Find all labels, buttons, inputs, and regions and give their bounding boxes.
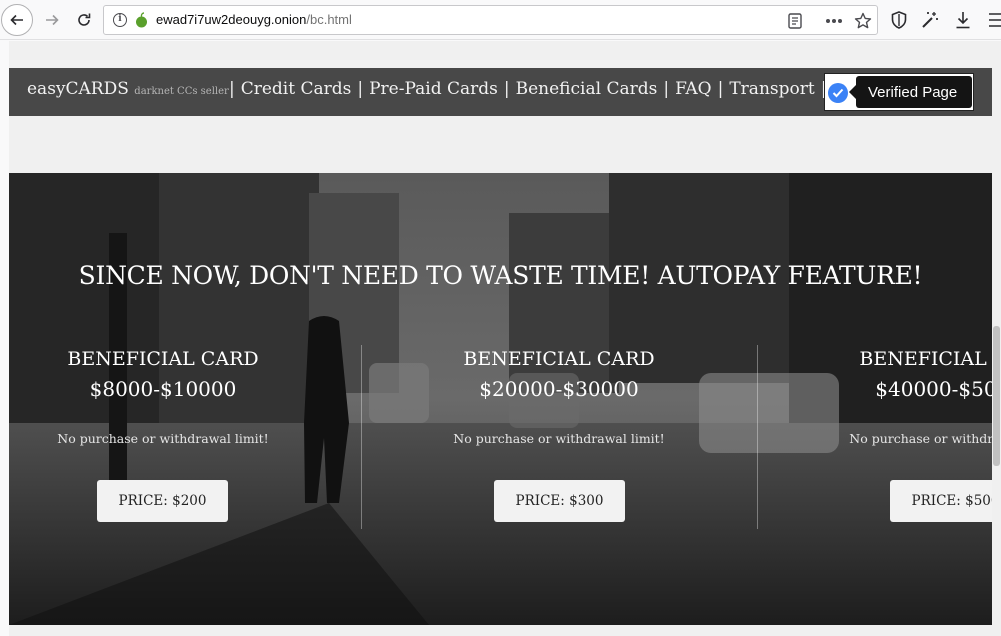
card-balance-range: $8000-$10000 [89, 377, 237, 401]
site-brand[interactable]: easyCARDS darknet CCs seller [27, 79, 229, 99]
url-host: ewad7i7uw2deouyg.onion [156, 12, 307, 27]
card-balance-range: $20000-$30000 [479, 377, 639, 401]
nav-separator: | [503, 79, 510, 99]
card-title: BENEFICIAL CARD [463, 348, 655, 370]
magic-wand-icon[interactable] [918, 8, 942, 32]
product-card-1: BENEFICIAL CARD $8000-$10000 No purchase… [9, 345, 361, 535]
nav-link-faq[interactable]: FAQ [675, 79, 712, 99]
nav-links: | Credit Cards | Pre-Paid Cards | Beneficial … [223, 79, 832, 99]
card-title: BENEFICIAL CARD [67, 348, 259, 370]
nav-separator: | [229, 79, 235, 99]
nav-link-transport[interactable]: Transport [729, 79, 814, 99]
nav-link-pre-paid-cards[interactable]: Pre-Paid Cards [369, 79, 498, 99]
url-text[interactable]: ewad7i7uw2deouyg.onion/bc.html [156, 12, 352, 27]
card-note: No purchase or withdrawal limit! [57, 431, 269, 446]
forward-button[interactable] [36, 4, 68, 36]
card-balance-range: $40000-$50000 [875, 377, 992, 401]
verified-label-tag: Verified Page [849, 76, 972, 108]
browser-toolbar: i ewad7i7uw2deouyg.onion/bc.html [0, 0, 1001, 40]
price-button[interactable]: PRICE: $200 [97, 480, 228, 522]
checkmark-icon [828, 83, 848, 103]
brand-subtitle: darknet CCs seller [134, 86, 229, 97]
onion-icon [136, 12, 147, 28]
back-arrow-icon [10, 14, 23, 26]
hero-title: SINCE NOW, DON'T NEED TO WASTE TIME! AUT… [78, 261, 923, 290]
download-icon[interactable] [951, 8, 975, 32]
reader-view-icon[interactable] [785, 11, 805, 31]
price-button[interactable]: PRICE: $500 [890, 480, 992, 522]
url-path: /bc.html [306, 12, 352, 27]
scrollbar-thumb[interactable] [993, 326, 1000, 466]
nav-separator: | [663, 79, 670, 99]
card-title: BENEFICIAL CARD [859, 348, 992, 370]
page-scrollbar[interactable] [992, 41, 1001, 636]
page-viewport: easyCARDS darknet CCs seller | Credit Car… [9, 41, 992, 636]
hero-section: SINCE NOW, DON'T NEED TO WASTE TIME! AUT… [9, 173, 992, 625]
price-button[interactable]: PRICE: $300 [494, 480, 625, 522]
back-button[interactable] [1, 4, 33, 36]
reload-icon [78, 13, 91, 26]
nav-separator: | [717, 79, 724, 99]
forward-arrow-icon [46, 14, 59, 26]
menu-icon[interactable] [985, 8, 1001, 32]
shield-icon[interactable] [887, 8, 911, 32]
brand-name: easyCARDS [27, 79, 129, 99]
page-actions-icon[interactable] [824, 11, 844, 31]
product-card-2: BENEFICIAL CARD $20000-$30000 No purchas… [361, 345, 757, 535]
card-note: No purchase or withdrawal limit! [849, 431, 992, 446]
bookmark-star-icon[interactable] [853, 11, 873, 31]
reload-button[interactable] [68, 4, 100, 36]
site-navbar: easyCARDS darknet CCs seller | Credit Car… [9, 68, 992, 116]
nav-link-credit-cards[interactable]: Credit Cards [241, 79, 352, 99]
nav-separator: | [357, 79, 364, 99]
card-note: No purchase or withdrawal limit! [453, 431, 665, 446]
verified-label: Verified Page [868, 84, 958, 101]
url-bar[interactable]: i ewad7i7uw2deouyg.onion/bc.html [103, 5, 878, 35]
verified-page-badge[interactable]: Verified Page [824, 73, 974, 111]
site-info-icon[interactable]: i [113, 13, 127, 27]
nav-link-beneficial-cards[interactable]: Beneficial Cards [516, 79, 658, 99]
product-card-3: BENEFICIAL CARD $40000-$50000 No purchas… [757, 345, 992, 535]
